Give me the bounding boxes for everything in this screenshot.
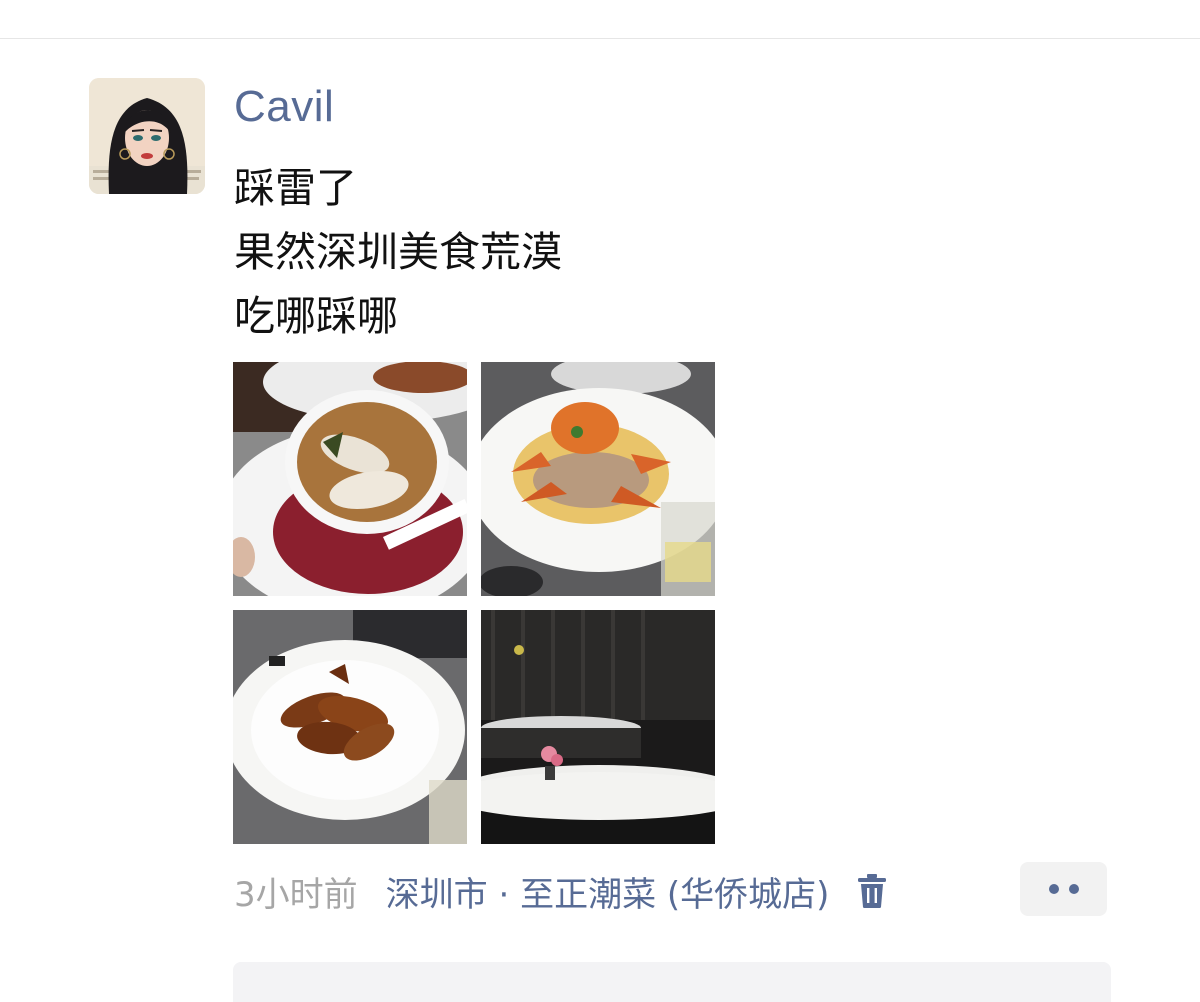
restaurant-table-photo bbox=[481, 610, 715, 844]
braised-goose-photo bbox=[233, 610, 467, 844]
photo-braised-goose[interactable] bbox=[233, 610, 467, 844]
delete-button[interactable] bbox=[855, 871, 889, 911]
trash-icon bbox=[858, 874, 887, 908]
username[interactable]: Cavil bbox=[234, 80, 334, 134]
post-text-line: 果然深圳美食荒漠 bbox=[234, 228, 562, 276]
photo-crab-dish[interactable] bbox=[481, 362, 715, 596]
avatar[interactable] bbox=[89, 78, 205, 194]
more-dots-icon bbox=[1048, 884, 1079, 894]
location-link[interactable]: 深圳市 · 至正潮菜 (华侨城店) bbox=[386, 867, 830, 916]
crab-dish-photo bbox=[481, 362, 715, 596]
post-text-line: 踩雷了 bbox=[234, 164, 357, 212]
post-time: 3小时前 bbox=[234, 874, 358, 915]
post-meta: 3小时前 深圳市 · 至正潮菜 (华侨城店) bbox=[234, 866, 889, 916]
more-button[interactable] bbox=[1020, 862, 1107, 916]
photo-restaurant-table[interactable] bbox=[481, 610, 715, 844]
avatar-illustration bbox=[89, 78, 205, 194]
top-divider bbox=[0, 38, 1200, 39]
soup-bowl-photo bbox=[233, 362, 467, 596]
photo-soup-bowl[interactable] bbox=[233, 362, 467, 596]
post-text: 踩雷了 果然深圳美食荒漠 吃哪踩哪 bbox=[234, 156, 1034, 348]
post-text-line: 吃哪踩哪 bbox=[234, 292, 398, 340]
comment-area bbox=[233, 962, 1111, 1002]
